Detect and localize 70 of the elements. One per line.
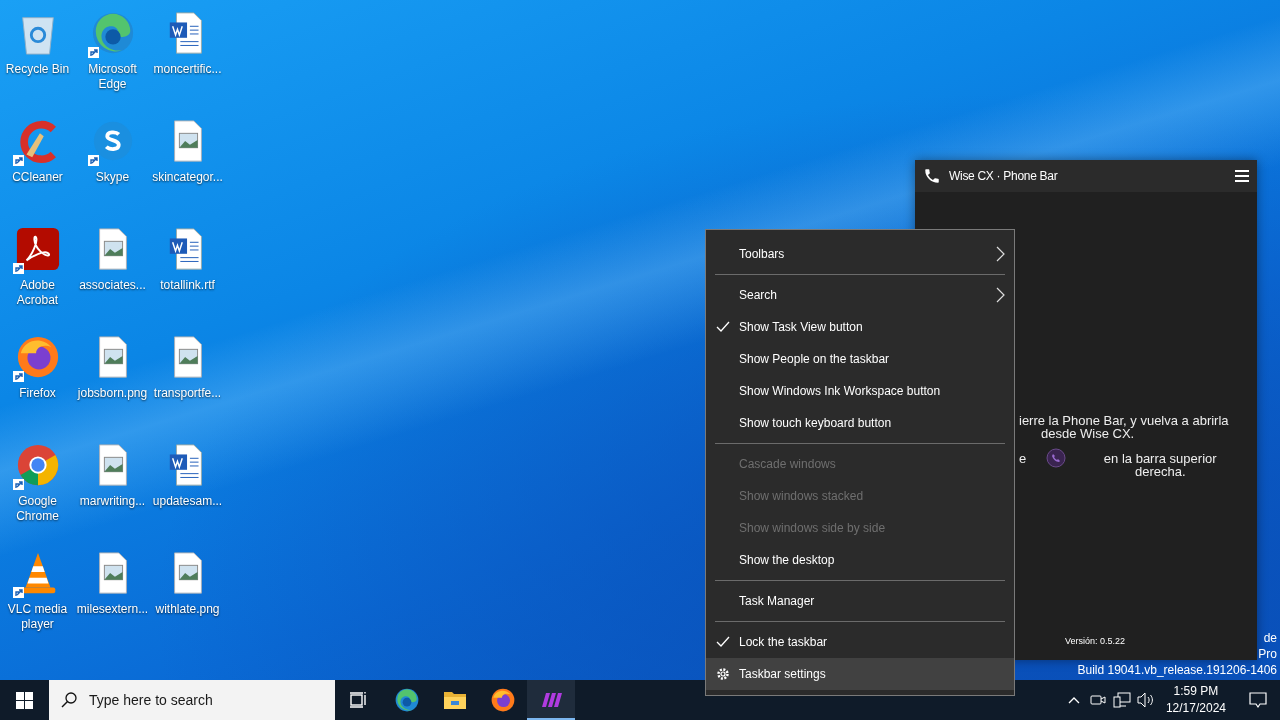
menu-item[interactable]: Show Windows Ink Workspace button: [706, 375, 1014, 407]
shortcut-arrow-icon: [12, 371, 24, 382]
folder-icon[interactable]: [443, 689, 467, 711]
menu-item[interactable]: Toolbars: [706, 238, 1014, 270]
chevron-right-icon: [995, 287, 1005, 303]
menu-item[interactable]: Taskbar settings: [706, 658, 1014, 690]
window-title: Wise CX · Phone Bar: [949, 169, 1059, 183]
search-field[interactable]: Type here to search: [89, 692, 309, 708]
shortcut-arrow-icon: [87, 47, 99, 58]
shortcut-arrow-icon: [12, 263, 24, 274]
app-icon[interactable]: [14, 226, 61, 272]
desktop-icon-label[interactable]: VLC media player: [0, 602, 76, 632]
chevron-up-icon[interactable]: [1067, 696, 1080, 704]
app-icon[interactable]: [490, 687, 516, 713]
clock[interactable]: 1:59 PM 12/17/2024: [1157, 683, 1236, 717]
check-icon: [716, 320, 730, 334]
menu-icon[interactable]: [1235, 170, 1249, 182]
phone-icon: [923, 167, 941, 185]
menu-item[interactable]: Lock the taskbar: [706, 626, 1014, 658]
menu-item[interactable]: Show Task View button: [706, 311, 1014, 343]
desktop-icon-label[interactable]: CCleaner: [0, 170, 76, 185]
network-icon[interactable]: [1112, 692, 1131, 708]
desktop-icon-label[interactable]: transportfe...: [149, 386, 226, 401]
shortcut-arrow-icon: [87, 155, 99, 166]
system-watermark-text: Build 19041.vb_release.191206-1406: [1077, 662, 1277, 678]
message-text: en la barra superior derecha.: [1102, 452, 1218, 478]
system-watermark-text: de: [1263, 630, 1277, 646]
menu-item[interactable]: Search: [706, 279, 1014, 311]
desktop-icon-label[interactable]: Recycle Bin: [0, 62, 76, 77]
taskbar-app[interactable]: [527, 680, 575, 720]
desktop-icon-label[interactable]: Microsoft Edge: [74, 62, 151, 92]
desktop-icon-label[interactable]: updatesam...: [149, 494, 226, 509]
system-watermark-text: Pro: [1258, 646, 1277, 662]
desktop-icon-label[interactable]: jobsborn.png: [74, 386, 151, 401]
desktop-icon-label[interactable]: Google Chrome: [0, 494, 76, 524]
task-view-icon: [350, 692, 368, 708]
desktop-icon-label[interactable]: Firefox: [0, 386, 76, 401]
shortcut-arrow-icon: [12, 479, 24, 490]
menu-item[interactable]: Show the desktop: [706, 544, 1014, 576]
menu-item[interactable]: Show touch keyboard button: [706, 407, 1014, 439]
desktop-icon-label[interactable]: milesextern...: [74, 602, 151, 617]
check-icon: [716, 635, 730, 649]
desktop-icon-label[interactable]: skincategor...: [149, 170, 226, 185]
settings-icon: [716, 667, 730, 681]
message-text: e: [1019, 452, 1027, 465]
shortcut-arrow-icon: [12, 587, 24, 598]
message-text: desde Wise CX.: [1041, 427, 1135, 440]
phone-icon: [1046, 448, 1067, 468]
desktop-icon-label[interactable]: associates...: [74, 278, 151, 293]
version-text: Versión: 0.5.22: [1065, 635, 1127, 648]
notification-icon[interactable]: [1249, 691, 1267, 709]
shortcut-arrow-icon: [12, 155, 24, 166]
clock-date: 12/17/2024: [1165, 700, 1226, 717]
menu-item[interactable]: Task Manager: [706, 585, 1014, 617]
desktop-icon-label[interactable]: Skype: [74, 170, 151, 185]
desktop-icon-label[interactable]: moncertific...: [149, 62, 226, 77]
desktop-icon-label[interactable]: totallink.rtf: [149, 278, 226, 293]
desktop-icon-label[interactable]: Adobe Acrobat: [0, 278, 76, 308]
clock-time: 1:59 PM: [1173, 683, 1219, 700]
camera-icon[interactable]: [1089, 693, 1106, 707]
desktop-icon-label[interactable]: marwriting...: [74, 494, 151, 509]
chevron-right-icon: [995, 246, 1005, 262]
app-icon[interactable]: [394, 687, 420, 713]
message-text: ierre la Phone Bar, y vuelva a abrirla: [1019, 414, 1230, 427]
menu-item[interactable]: Show People on the taskbar: [706, 343, 1014, 375]
volume-icon[interactable]: [1136, 692, 1155, 708]
search-bar[interactable]: Type here to search: [49, 680, 335, 720]
windows-logo-icon: [15, 691, 33, 709]
desktop-icon-label[interactable]: withlate.png: [149, 602, 226, 617]
search-icon: [61, 692, 77, 708]
